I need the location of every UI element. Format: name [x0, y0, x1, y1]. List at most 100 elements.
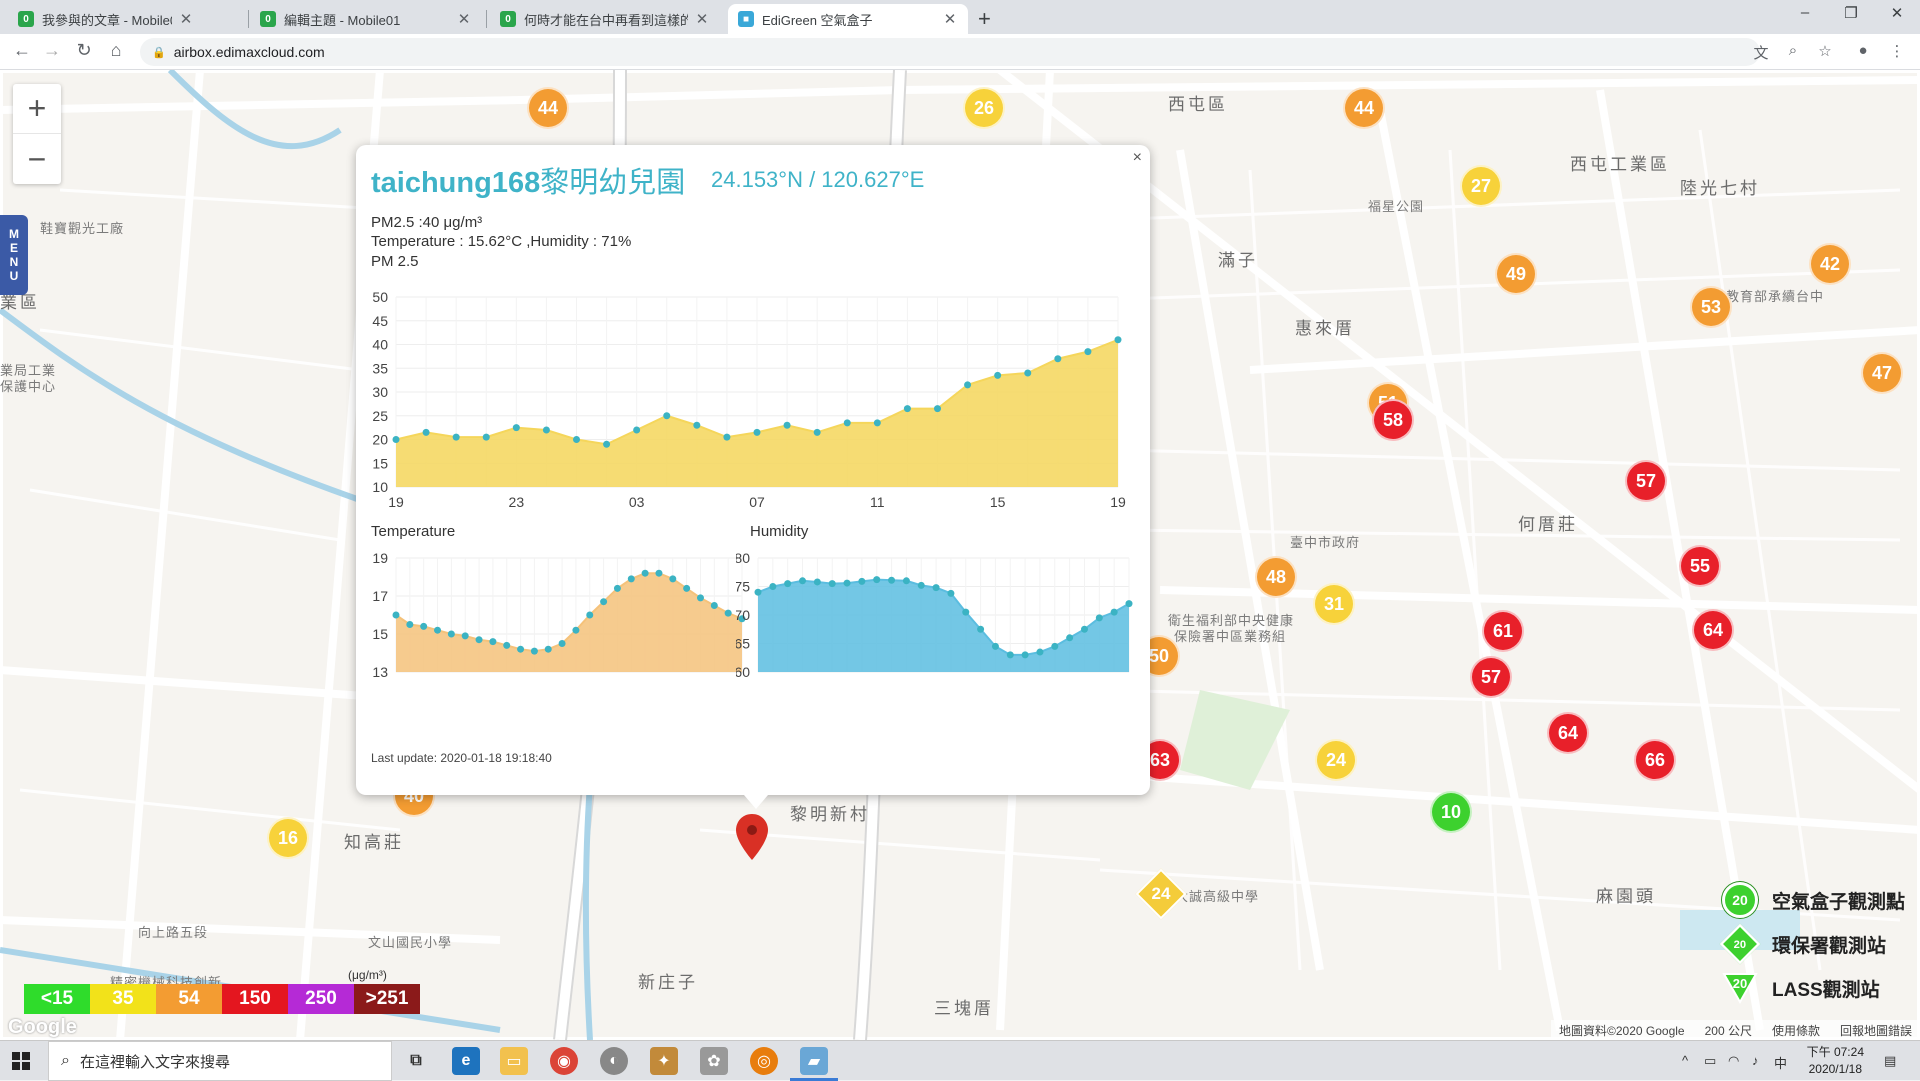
task-view-icon[interactable]: ⧉: [402, 1047, 430, 1075]
volume-icon[interactable]: ♪: [1752, 1053, 1759, 1068]
close-popup-button[interactable]: ×: [1133, 149, 1142, 167]
humidity-chart-title: Humidity: [750, 523, 809, 540]
terms-link[interactable]: 使用條款: [1772, 1022, 1820, 1039]
y-tick-label: 50: [372, 289, 388, 305]
sensor-marker[interactable]: 47: [1861, 352, 1903, 394]
wifi-icon[interactable]: ◠: [1728, 1053, 1739, 1069]
app-icon[interactable]: ◐: [600, 1047, 628, 1075]
close-tab-icon[interactable]: ✕: [456, 10, 472, 28]
sensor-marker[interactable]: 48: [1255, 556, 1297, 598]
file-explorer-icon[interactable]: ▭: [500, 1047, 528, 1075]
translate-icon[interactable]: 文: [1750, 42, 1772, 63]
sensor-marker[interactable]: 16: [267, 817, 309, 859]
map-label: 陸光七村: [1680, 179, 1760, 198]
app-icon[interactable]: ✦: [650, 1047, 678, 1075]
reload-icon[interactable]: ↻: [72, 40, 96, 61]
close-tab-icon[interactable]: ✕: [694, 10, 710, 28]
tray-chevron-icon[interactable]: ^: [1682, 1053, 1688, 1068]
sensor-marker[interactable]: 66: [1634, 739, 1676, 781]
data-point: [917, 581, 925, 589]
data-point: [813, 578, 821, 586]
x-tick-label: 07: [749, 494, 765, 510]
data-point: [1125, 600, 1133, 608]
x-tick-label: 15: [990, 494, 1006, 510]
pm25-reading: PM2.5 :40 μg/m³: [371, 214, 483, 231]
profile-avatar-icon[interactable]: ●: [1852, 42, 1874, 59]
sensor-marker[interactable]: 10: [1430, 791, 1472, 833]
data-point: [962, 608, 970, 616]
data-point: [461, 632, 469, 640]
sensor-marker[interactable]: 44: [527, 87, 569, 129]
sensor-marker[interactable]: 24: [1315, 739, 1357, 781]
tab-1[interactable]: 0 我參與的文章 - Mobile01 ✕: [8, 4, 204, 34]
blender-icon[interactable]: ◎: [750, 1047, 778, 1075]
more-menu-icon[interactable]: ⋮: [1886, 42, 1908, 60]
app-icon[interactable]: ✿: [700, 1047, 728, 1075]
data-point: [655, 569, 663, 577]
sensor-marker[interactable]: 31: [1313, 583, 1355, 625]
sensor-marker[interactable]: 55: [1679, 545, 1721, 587]
data-point: [693, 421, 701, 429]
zoom-out-button[interactable]: −: [13, 134, 61, 184]
sensor-marker[interactable]: 64: [1692, 609, 1734, 651]
data-point: [1084, 348, 1092, 356]
sensor-marker[interactable]: 58: [1372, 399, 1414, 441]
data-point: [434, 626, 442, 634]
data-point: [873, 419, 881, 427]
close-tab-icon[interactable]: ✕: [178, 10, 194, 28]
sensor-marker[interactable]: 57: [1625, 460, 1667, 502]
tab-2[interactable]: 0 編輯主題 - Mobile01 ✕: [250, 4, 482, 34]
address-bar[interactable]: 🔒 airbox.edimaxcloud.com: [140, 38, 1760, 66]
data-point: [843, 419, 851, 427]
report-map-error-link[interactable]: 回報地圖錯誤: [1840, 1022, 1912, 1039]
map-canvas[interactable]: 西屯區 西屯工業區 陸光七村 滿子 惠來厝 何厝莊 黎明新村 知高莊 新庄子 三…: [0, 70, 1920, 1040]
taskbar-clock[interactable]: 下午 07:24 2020/1/18: [1807, 1044, 1864, 1078]
pm25-chart: 10 15 20 25 30 35 40 45 50 19 23 03 07 11 15 19: [372, 289, 1126, 510]
chrome-icon[interactable]: ◉: [550, 1047, 578, 1075]
y-tick-label: 19: [372, 550, 388, 566]
y-tick-label: 40: [372, 337, 388, 353]
tab-4-active[interactable]: ■ EdiGreen 空氣盒子 ✕: [728, 4, 968, 34]
new-tab-button[interactable]: +: [978, 6, 991, 32]
data-point: [977, 625, 985, 633]
notification-icon[interactable]: ▤: [1884, 1053, 1896, 1069]
sensor-marker[interactable]: 57: [1470, 656, 1512, 698]
map-label: 大誠高級中學: [1175, 889, 1260, 904]
forward-icon[interactable]: →: [40, 40, 64, 61]
station-legend-label: 環保署觀測站: [1772, 935, 1887, 957]
sensor-marker[interactable]: 42: [1809, 243, 1851, 285]
zoom-icon[interactable]: ⌕: [1782, 42, 1804, 59]
sensor-marker[interactable]: 44: [1343, 87, 1385, 129]
app-icon[interactable]: ▰: [800, 1047, 828, 1075]
edge-icon[interactable]: e: [452, 1047, 480, 1075]
ime-indicator[interactable]: 中: [1774, 1053, 1787, 1072]
tab-3[interactable]: 0 何時才能在台中再看到這樣的藍天 ✕: [490, 4, 720, 34]
sensor-marker[interactable]: 64: [1547, 712, 1589, 754]
map-label: 新庄子: [638, 973, 698, 992]
sensor-marker[interactable]: 53: [1690, 286, 1732, 328]
battery-icon[interactable]: ▭: [1704, 1053, 1716, 1069]
close-window-button[interactable]: ✕: [1874, 4, 1920, 22]
popup-tail: [744, 795, 768, 809]
taskbar-search-input[interactable]: ⌕ 在這裡輸入文字來搜尋: [48, 1041, 392, 1081]
sensor-marker[interactable]: 61: [1482, 610, 1524, 652]
maximize-button[interactable]: ❐: [1828, 4, 1874, 22]
data-point: [512, 424, 520, 432]
close-tab-icon[interactable]: ✕: [942, 10, 958, 28]
sensor-marker[interactable]: 49: [1495, 253, 1537, 295]
location-pin-icon: [736, 814, 768, 860]
home-icon[interactable]: ⌂: [104, 40, 128, 61]
sensor-marker[interactable]: 26: [963, 87, 1005, 129]
data-point: [1021, 651, 1029, 659]
minimize-button[interactable]: –: [1782, 4, 1828, 21]
bookmark-star-icon[interactable]: ☆: [1814, 42, 1836, 60]
back-icon[interactable]: ←: [10, 40, 34, 61]
legend-level: 250: [288, 984, 354, 1014]
zoom-in-button[interactable]: +: [13, 84, 61, 134]
y-tick-label: 45: [372, 313, 388, 329]
windows-start-icon[interactable]: [12, 1052, 30, 1070]
data-point: [813, 428, 821, 436]
data-point: [603, 440, 611, 448]
sensor-marker[interactable]: 27: [1460, 165, 1502, 207]
menu-button[interactable]: M E N U: [0, 215, 28, 295]
